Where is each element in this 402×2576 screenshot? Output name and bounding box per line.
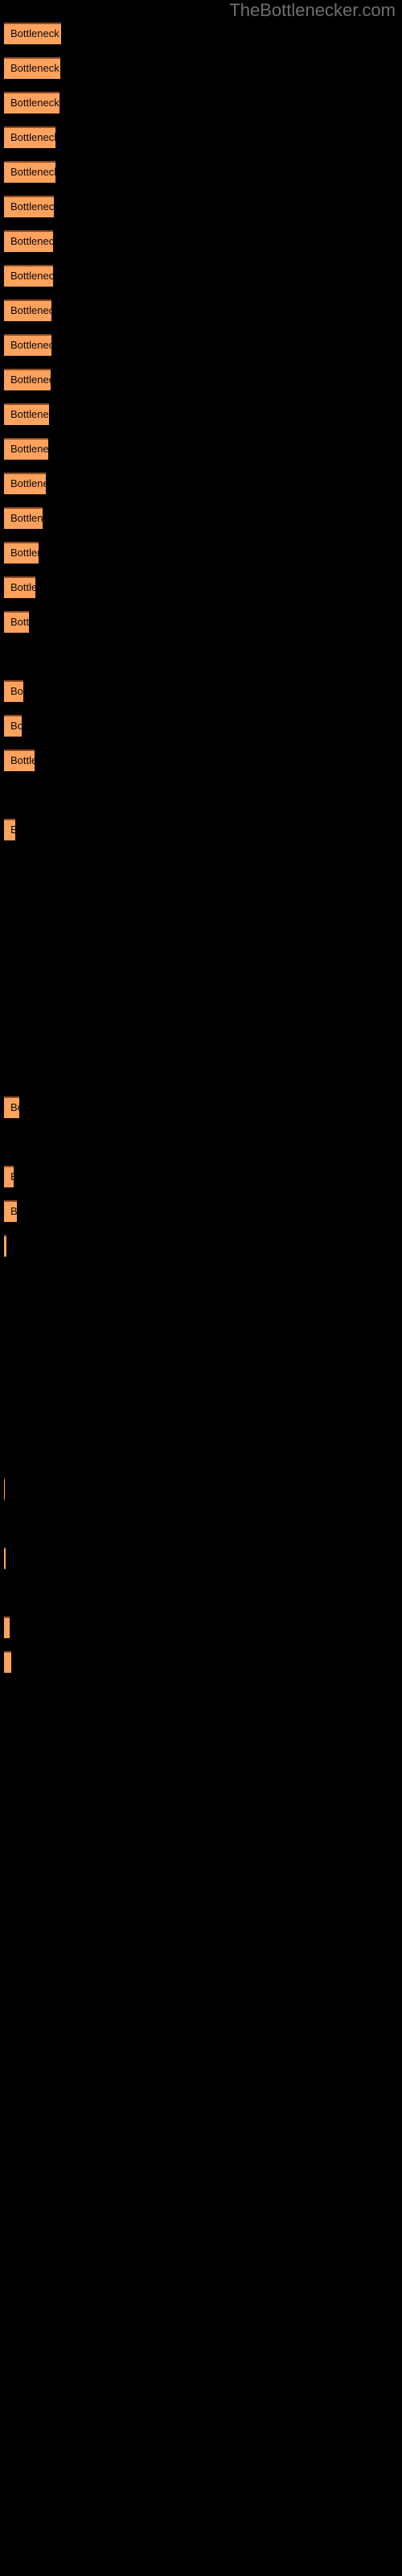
bar-row[interactable]: Bottleneck result xyxy=(0,334,402,356)
bar-row[interactable]: Bottleneck result xyxy=(0,611,402,633)
bar-bottleneck-result[interactable] xyxy=(4,1166,14,1187)
bar-bottleneck-result[interactable] xyxy=(4,161,55,183)
bar-clip: Bottleneck result xyxy=(4,542,39,564)
plot-area: Bottleneck result Bottleneck result Bottle… xyxy=(0,0,402,2576)
bar-clip: Bottleneck result xyxy=(4,1235,6,1257)
bar-clip: Bottleneck result xyxy=(4,126,55,148)
bar-clip: Bottleneck result xyxy=(4,1478,5,1500)
bar-row[interactable]: Bottleneck result xyxy=(0,715,402,737)
bar-bottleneck-result[interactable] xyxy=(4,1200,17,1222)
bar-bottleneck-result[interactable] xyxy=(4,1651,11,1673)
bar-row[interactable]: Bottleneck result xyxy=(0,161,402,183)
bar-clip: Bottleneck result xyxy=(4,334,51,356)
bar-row[interactable]: Bottleneck result xyxy=(0,265,402,287)
bar-clip: Bottleneck result xyxy=(4,57,60,79)
bar-clip: Bottleneck result xyxy=(4,92,59,114)
bar-clip: Bottleneck result xyxy=(4,161,55,183)
bar-row[interactable]: Bottleneck result xyxy=(0,92,402,114)
bar-bottleneck-result[interactable] xyxy=(4,196,54,217)
bar-row[interactable]: Bottleneck result xyxy=(0,680,402,702)
bar-clip: Bottleneck result xyxy=(4,611,29,633)
bar-bottleneck-result[interactable] xyxy=(4,126,55,148)
bar-clip: Bottleneck result xyxy=(4,403,49,425)
bar-row[interactable]: Bottleneck result xyxy=(0,23,402,44)
bar-row[interactable]: Bottleneck result xyxy=(0,749,402,771)
bar-bottleneck-result[interactable] xyxy=(4,57,60,79)
bar-bottleneck-result[interactable] xyxy=(4,438,48,460)
bar-row[interactable]: Bottleneck result xyxy=(0,819,402,840)
bar-row[interactable]: Bottleneck result xyxy=(0,1651,402,1673)
bar-clip: Bottleneck result xyxy=(4,1547,6,1569)
bar-row[interactable]: Bottleneck result xyxy=(0,57,402,79)
bar-bottleneck-result[interactable] xyxy=(4,230,53,252)
bar-row[interactable]: Bottleneck result xyxy=(0,1235,402,1257)
bar-row[interactable]: Bottleneck result xyxy=(0,576,402,598)
bar-bottleneck-result[interactable] xyxy=(4,542,39,564)
bar-bottleneck-result[interactable] xyxy=(4,715,22,737)
bar-row[interactable]: Bottleneck result xyxy=(0,507,402,529)
bar-bottleneck-result[interactable] xyxy=(4,23,61,44)
bar-row[interactable]: Bottleneck result xyxy=(0,1616,402,1638)
bar-row[interactable]: Bottleneck result xyxy=(0,1478,402,1500)
bottleneck-bar-chart: TheBottlenecker.com Bottleneck resultBot… xyxy=(0,0,402,2576)
bar-clip: Bottleneck result xyxy=(4,819,15,840)
bar-clip: Bottleneck result xyxy=(4,438,48,460)
bar-row[interactable]: Bottleneck result xyxy=(0,1547,402,1569)
bar-clip: Bottleneck result xyxy=(4,749,35,771)
bar-clip: Bottleneck result xyxy=(4,1096,19,1118)
bar-bottleneck-result[interactable] xyxy=(4,1235,6,1257)
bar-row[interactable]: Bottleneck result xyxy=(0,299,402,321)
bar-row[interactable]: Bottleneck result xyxy=(0,542,402,564)
bar-bottleneck-result[interactable] xyxy=(4,1616,10,1638)
bar-clip: Bottleneck result xyxy=(4,473,46,494)
bar-bottleneck-result[interactable] xyxy=(4,92,59,114)
bar-clip: Bottleneck result xyxy=(4,230,53,252)
bar-row[interactable]: Bottleneck result xyxy=(0,1166,402,1187)
bar-bottleneck-result[interactable] xyxy=(4,611,29,633)
bar-clip: Bottleneck result xyxy=(4,507,43,529)
bar-bottleneck-result[interactable] xyxy=(4,1096,19,1118)
bar-clip: Bottleneck result xyxy=(4,576,35,598)
bar-bottleneck-result[interactable] xyxy=(4,265,53,287)
bar-clip: Bottleneck result xyxy=(4,1200,17,1222)
bar-clip: Bottleneck result xyxy=(4,369,51,390)
bar-row[interactable]: Bottleneck result xyxy=(0,369,402,390)
bar-bottleneck-result[interactable] xyxy=(4,1547,6,1569)
bar-bottleneck-result[interactable] xyxy=(4,473,46,494)
bar-bottleneck-result[interactable] xyxy=(4,507,43,529)
bar-bottleneck-result[interactable] xyxy=(4,369,51,390)
bar-row[interactable]: Bottleneck result xyxy=(0,126,402,148)
bar-row[interactable]: Bottleneck result xyxy=(0,1200,402,1222)
bar-row[interactable]: Bottleneck result xyxy=(0,438,402,460)
bar-bottleneck-result[interactable] xyxy=(4,819,15,840)
bar-row[interactable]: Bottleneck result xyxy=(0,473,402,494)
bar-row[interactable]: Bottleneck result xyxy=(0,196,402,217)
bar-bottleneck-result[interactable] xyxy=(4,749,35,771)
bar-row[interactable]: Bottleneck result xyxy=(0,1096,402,1118)
bar-row[interactable]: Bottleneck result xyxy=(0,403,402,425)
bar-clip: Bottleneck result xyxy=(4,1616,10,1638)
bar-clip: Bottleneck result xyxy=(4,1166,14,1187)
bar-clip: Bottleneck result xyxy=(4,715,22,737)
bar-clip: Bottleneck result xyxy=(4,265,53,287)
bar-bottleneck-result[interactable] xyxy=(4,576,35,598)
bar-row[interactable]: Bottleneck result xyxy=(0,230,402,252)
bar-bottleneck-result[interactable] xyxy=(4,334,51,356)
bar-clip: Bottleneck result xyxy=(4,23,61,44)
bar-clip: Bottleneck result xyxy=(4,299,51,321)
bar-clip: Bottleneck result xyxy=(4,680,23,702)
bar-bottleneck-result[interactable] xyxy=(4,299,51,321)
bar-clip: Bottleneck result xyxy=(4,1651,11,1673)
bar-clip: Bottleneck result xyxy=(4,196,54,217)
bar-bottleneck-result[interactable] xyxy=(4,403,49,425)
bar-bottleneck-result[interactable] xyxy=(4,1478,5,1500)
bar-bottleneck-result[interactable] xyxy=(4,680,23,702)
